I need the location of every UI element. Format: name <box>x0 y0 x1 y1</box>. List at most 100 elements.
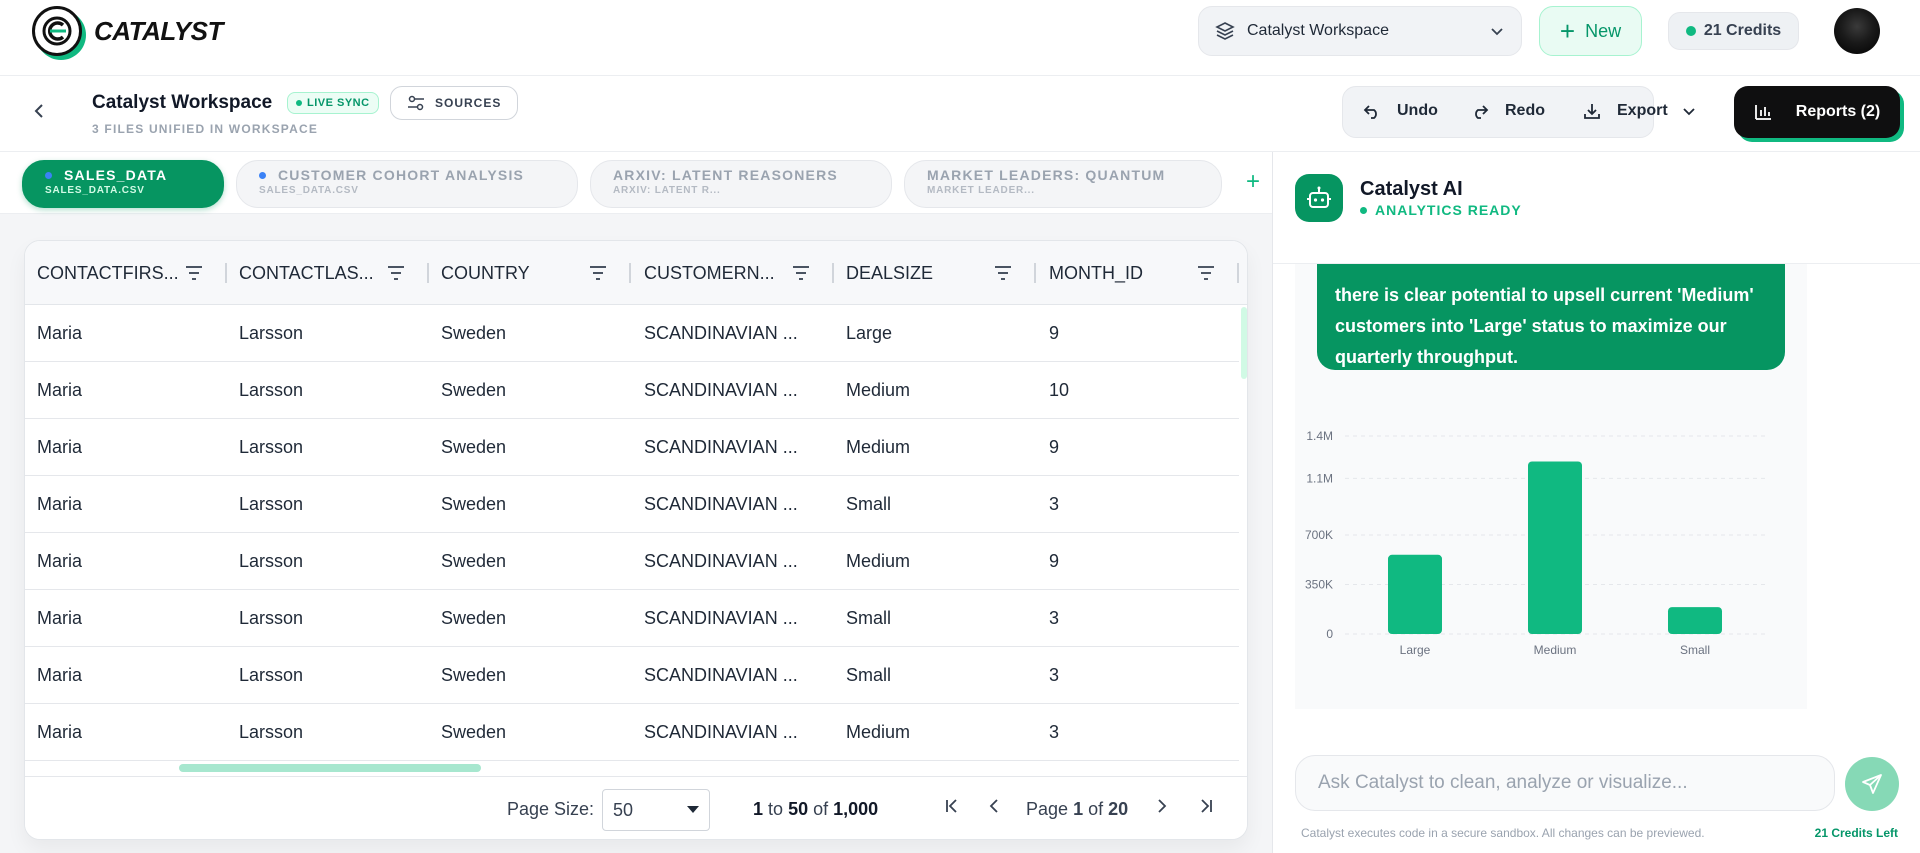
table-cell[interactable]: Maria <box>25 362 227 418</box>
table-cell[interactable]: Sweden <box>429 647 631 703</box>
table-cell[interactable]: Larsson <box>227 647 429 703</box>
tab-market-leaders[interactable]: MARKET LEADERS: QUANTUM MARKET LEADER... <box>904 160 1222 208</box>
table-cell[interactable]: Medium <box>834 419 1036 475</box>
table-cell[interactable]: Maria <box>25 476 227 532</box>
vertical-scrollbar[interactable] <box>1241 307 1247 379</box>
chat-input[interactable]: Ask Catalyst to clean, analyze or visual… <box>1295 755 1835 811</box>
table-cell[interactable]: SCANDINAVIAN ... <box>632 647 834 703</box>
table-cell[interactable]: Maria <box>25 533 227 589</box>
table-cell[interactable]: Larsson <box>227 362 429 418</box>
table-cell[interactable]: Small <box>834 590 1036 646</box>
table-cell[interactable]: Sweden <box>429 533 631 589</box>
table-row[interactable]: Maria Larsson Sweden SCANDINAVIAN ... Small 3 <box>25 476 1239 533</box>
filter-icon[interactable] <box>387 265 405 281</box>
table-cell[interactable]: Sweden <box>429 305 631 361</box>
table-cell[interactable]: Larsson <box>227 704 429 760</box>
table-row[interactable]: Maria Larsson Sweden SCANDINAVIAN ... Medium… <box>25 533 1239 590</box>
table-cell[interactable]: 3 <box>1037 476 1239 532</box>
column-header[interactable]: CONTACTLAS... <box>227 241 429 305</box>
last-page-button[interactable] <box>1197 797 1215 820</box>
table-cell[interactable]: Sweden <box>429 476 631 532</box>
first-page-button[interactable] <box>943 797 961 820</box>
send-button[interactable] <box>1845 757 1899 811</box>
filter-icon[interactable] <box>589 265 607 281</box>
table-cell[interactable]: Medium <box>834 704 1036 760</box>
reports-button[interactable]: Reports (2) <box>1734 86 1900 138</box>
table-cell[interactable]: Sweden <box>429 590 631 646</box>
table-cell[interactable]: Larsson <box>227 419 429 475</box>
workspace-selector[interactable]: Catalyst Workspace <box>1198 6 1522 56</box>
table-cell[interactable]: 3 <box>1037 704 1239 760</box>
table-cell[interactable]: SCANDINAVIAN ... <box>632 305 834 361</box>
filter-icon[interactable] <box>1197 265 1215 281</box>
tab-arxiv[interactable]: ARXIV: LATENT REASONERS ARXIV: LATENT R.… <box>590 160 892 208</box>
table-cell[interactable]: Small <box>834 476 1036 532</box>
table-cell[interactable]: Maria <box>25 305 227 361</box>
table-cell[interactable]: Small <box>834 647 1036 703</box>
redo-button[interactable]: Redo <box>1471 102 1545 120</box>
add-tab-icon[interactable]: + <box>1246 168 1260 196</box>
table-cell[interactable]: 9 <box>1037 305 1239 361</box>
table-row[interactable]: Maria Larsson Sweden SCANDINAVIAN ... Medium… <box>25 419 1239 476</box>
bar-small[interactable] <box>1668 607 1722 634</box>
table-cell[interactable]: Medium <box>834 362 1036 418</box>
table-cell[interactable]: 9 <box>1037 533 1239 589</box>
column-resize-handle[interactable] <box>1237 263 1239 283</box>
bar-large[interactable] <box>1388 554 1442 634</box>
table-cell[interactable]: Maria <box>25 647 227 703</box>
column-header[interactable]: DEALSIZE <box>834 241 1036 305</box>
table-cell[interactable]: Sweden <box>429 419 631 475</box>
table-row[interactable]: Maria Larsson Sweden SCANDINAVIAN ... Large 9 <box>25 305 1239 362</box>
table-row[interactable]: Maria Larsson Sweden SCANDINAVIAN ... Medium… <box>25 704 1239 761</box>
table-cell[interactable]: Sweden <box>429 704 631 760</box>
table-cell[interactable]: SCANDINAVIAN ... <box>632 590 834 646</box>
table-cell[interactable]: Maria <box>25 419 227 475</box>
sources-button[interactable]: SOURCES <box>390 86 519 120</box>
bar-medium[interactable] <box>1528 461 1582 634</box>
table-cell[interactable]: Large <box>834 305 1036 361</box>
filter-icon[interactable] <box>994 265 1012 281</box>
tab-sales-data[interactable]: SALES_DATA SALES_DATA.CSV <box>22 160 224 208</box>
credits-badge[interactable]: 21 Credits <box>1668 12 1799 50</box>
filter-icon[interactable] <box>792 265 810 281</box>
column-header[interactable]: CUSTOMERN... <box>632 241 834 305</box>
page-size-select[interactable]: 50 <box>602 789 710 831</box>
back-button[interactable] <box>32 100 46 126</box>
table-cell[interactable]: Medium <box>834 533 1036 589</box>
column-resize-handle[interactable] <box>629 263 631 283</box>
table-cell[interactable]: 3 <box>1037 647 1239 703</box>
table-cell[interactable]: Larsson <box>227 476 429 532</box>
table-cell[interactable]: 9 <box>1037 419 1239 475</box>
avatar[interactable] <box>1834 8 1880 54</box>
table-cell[interactable]: Larsson <box>227 533 429 589</box>
logo[interactable]: CATALYST <box>32 6 223 56</box>
table-row[interactable]: Maria Larsson Sweden SCANDINAVIAN ... Medium… <box>25 362 1239 419</box>
filter-icon[interactable] <box>185 265 203 281</box>
table-cell[interactable]: SCANDINAVIAN ... <box>632 704 834 760</box>
new-button[interactable]: + New <box>1539 6 1642 56</box>
column-header[interactable]: MONTH_ID <box>1037 241 1239 305</box>
page-size-value: 50 <box>613 799 634 820</box>
undo-button[interactable]: Undo <box>1363 102 1438 120</box>
table-cell[interactable]: SCANDINAVIAN ... <box>632 476 834 532</box>
table-cell[interactable]: Maria <box>25 704 227 760</box>
table-cell[interactable]: Maria <box>25 590 227 646</box>
column-header[interactable]: CONTACTFIRS... <box>25 241 227 305</box>
next-page-button[interactable] <box>1155 797 1169 820</box>
table-cell[interactable]: Larsson <box>227 590 429 646</box>
export-button[interactable]: Export <box>1583 102 1696 120</box>
table-cell[interactable]: SCANDINAVIAN ... <box>632 362 834 418</box>
column-header[interactable]: COUNTRY <box>429 241 631 305</box>
tab-customer-cohort[interactable]: CUSTOMER COHORT ANALYSIS SALES_DATA.CSV <box>236 160 578 208</box>
table-cell[interactable]: SCANDINAVIAN ... <box>632 533 834 589</box>
table-row[interactable]: Maria Larsson Sweden SCANDINAVIAN ... Small 3 <box>25 590 1239 647</box>
previous-page-button[interactable] <box>987 797 1001 820</box>
horizontal-scrollbar[interactable] <box>179 764 481 772</box>
table-row[interactable]: Maria Larsson Sweden SCANDINAVIAN ... Small 3 <box>25 647 1239 704</box>
table-cell[interactable]: Sweden <box>429 362 631 418</box>
column-resize-handle[interactable] <box>1034 263 1036 283</box>
table-cell[interactable]: 10 <box>1037 362 1239 418</box>
table-cell[interactable]: SCANDINAVIAN ... <box>632 419 834 475</box>
table-cell[interactable]: Larsson <box>227 305 429 361</box>
table-cell[interactable]: 3 <box>1037 590 1239 646</box>
